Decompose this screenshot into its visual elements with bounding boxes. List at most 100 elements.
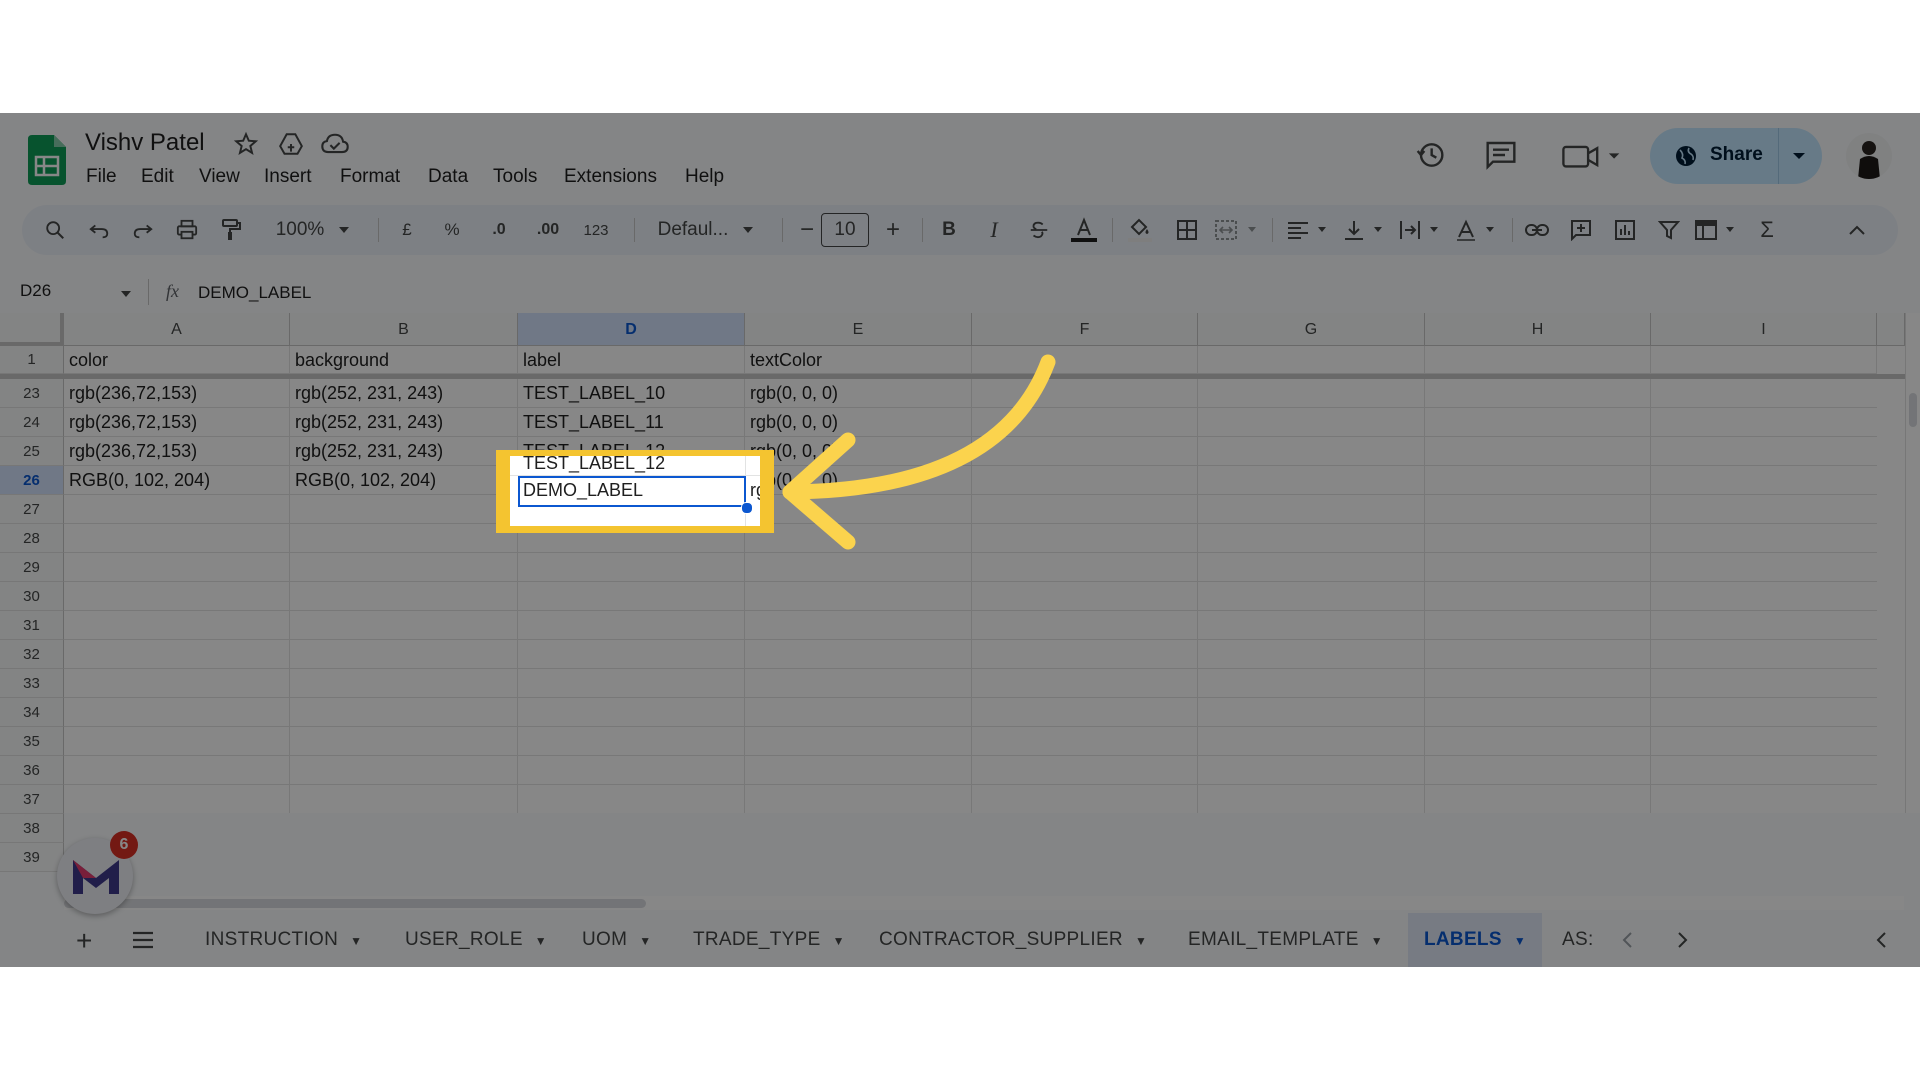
bold-button[interactable]: B	[934, 205, 964, 255]
font-size-input[interactable]: 10	[810, 205, 880, 255]
horizontal-scrollbar-thumb[interactable]	[64, 899, 646, 908]
row-header[interactable]: 37	[0, 785, 64, 814]
side-panel-toggle-icon[interactable]	[1874, 931, 1888, 954]
tab-uom[interactable]: UOM ▼	[582, 913, 651, 967]
share-button[interactable]: Share	[1650, 128, 1822, 184]
star-icon[interactable]	[233, 131, 259, 157]
cell-b23[interactable]: rgb(252, 231, 243)	[290, 379, 518, 408]
drive-icon[interactable]	[277, 131, 305, 157]
row-header[interactable]: 32	[0, 640, 64, 669]
insert-comment-icon[interactable]	[1566, 205, 1596, 255]
functions-icon[interactable]: Σ	[1752, 205, 1782, 255]
add-sheet-icon[interactable]: +	[76, 925, 92, 957]
column-header-b[interactable]: B	[290, 313, 518, 346]
percent-button[interactable]: %	[437, 205, 467, 255]
tab-instruction[interactable]: INSTRUCTION ▼	[205, 913, 362, 967]
column-header-i[interactable]: I	[1651, 313, 1877, 346]
column-header-h[interactable]: H	[1425, 313, 1651, 346]
menu-format[interactable]: Format	[340, 166, 400, 188]
menu-tools[interactable]: Tools	[493, 166, 537, 188]
row-header-24[interactable]: 24	[0, 408, 64, 437]
filter-views-icon[interactable]	[1692, 205, 1742, 255]
font-select[interactable]: Defaul...	[646, 205, 766, 255]
collapse-toolbar-icon[interactable]	[1842, 205, 1872, 255]
column-header-g[interactable]: G	[1198, 313, 1425, 346]
cell-d23[interactable]: TEST_LABEL_10	[518, 379, 745, 408]
vertical-scrollbar-thumb[interactable]	[1909, 393, 1917, 427]
filter-icon[interactable]	[1654, 205, 1684, 255]
decrease-decimal-button[interactable]: .0	[482, 205, 516, 255]
print-icon[interactable]	[172, 205, 202, 255]
row-header[interactable]: 39	[0, 843, 64, 872]
borders-icon[interactable]	[1172, 205, 1202, 255]
currency-button[interactable]: £	[392, 205, 422, 255]
insert-chart-icon[interactable]	[1610, 205, 1640, 255]
fill-color-icon[interactable]	[1122, 205, 1158, 255]
row-header-26[interactable]: 26	[0, 466, 64, 495]
tab-caret-icon[interactable]: ▼	[1135, 934, 1147, 948]
cell-a26[interactable]: RGB(0, 102, 204)	[64, 466, 290, 495]
row-header[interactable]: 33	[0, 669, 64, 698]
cell-d24[interactable]: TEST_LABEL_11	[518, 408, 745, 437]
vertical-scrollbar[interactable]	[1905, 313, 1920, 813]
empty-cell[interactable]	[1425, 346, 1651, 374]
empty-cell[interactable]	[1651, 346, 1877, 374]
header-cell-background[interactable]: background	[290, 346, 518, 374]
italic-button[interactable]: I	[979, 205, 1009, 255]
align-horizontal-icon[interactable]	[1284, 205, 1334, 255]
tab-caret-icon[interactable]: ▼	[833, 934, 845, 948]
tab-caret-icon[interactable]: ▼	[350, 934, 362, 948]
tab-caret-icon[interactable]: ▼	[639, 934, 651, 948]
menu-insert[interactable]: Insert	[264, 166, 312, 188]
meet-icon[interactable]	[1562, 143, 1622, 169]
empty-cell[interactable]	[1198, 346, 1425, 374]
name-box[interactable]: D26	[20, 281, 51, 301]
row-header[interactable]: 38	[0, 814, 64, 843]
row-header[interactable]: 29	[0, 553, 64, 582]
cell-a23[interactable]: rgb(236,72,153)	[64, 379, 290, 408]
tab-user-role[interactable]: USER_ROLE ▼	[405, 913, 547, 967]
column-header-e[interactable]: E	[745, 313, 972, 346]
menu-help[interactable]: Help	[685, 166, 724, 188]
cell-b25[interactable]: rgb(252, 231, 243)	[290, 437, 518, 466]
select-all-corner[interactable]	[0, 313, 64, 346]
menu-view[interactable]: View	[199, 166, 240, 188]
row-header[interactable]: 28	[0, 524, 64, 553]
align-vertical-icon[interactable]	[1340, 205, 1390, 255]
highlight-fill-handle[interactable]	[741, 502, 753, 514]
horizontal-scrollbar[interactable]	[64, 896, 1904, 910]
tab-scroll-left-icon[interactable]	[1620, 931, 1634, 954]
row-header[interactable]: 27	[0, 495, 64, 524]
tab-email-template[interactable]: EMAIL_TEMPLATE ▼	[1188, 913, 1383, 967]
redo-icon[interactable]	[128, 205, 158, 255]
column-header-a[interactable]: A	[64, 313, 290, 346]
all-sheets-icon[interactable]	[132, 931, 154, 954]
comment-icon[interactable]	[1485, 140, 1517, 170]
row-header[interactable]: 34	[0, 698, 64, 727]
column-header-d[interactable]: D	[518, 313, 745, 346]
doc-title[interactable]: Vishv Patel	[85, 129, 205, 157]
merge-cells-icon[interactable]	[1212, 205, 1262, 255]
zoom-select[interactable]: 100%	[268, 205, 358, 255]
tab-as[interactable]: AS:	[1562, 913, 1596, 967]
menu-file[interactable]: File	[86, 166, 117, 188]
undo-icon[interactable]	[84, 205, 114, 255]
row-header[interactable]: 30	[0, 582, 64, 611]
increase-decimal-button[interactable]: .00	[528, 205, 568, 255]
cloud-icon[interactable]	[320, 131, 350, 157]
sheets-logo-icon[interactable]	[28, 135, 66, 185]
insert-link-icon[interactable]	[1522, 205, 1552, 255]
row-header[interactable]: 35	[0, 727, 64, 756]
column-header-f[interactable]: F	[972, 313, 1198, 346]
row-header-23[interactable]: 23	[0, 379, 64, 408]
row-header-25[interactable]: 25	[0, 437, 64, 466]
tab-labels[interactable]: LABELS ▼	[1408, 913, 1542, 967]
name-box-dropdown-icon[interactable]	[120, 289, 132, 299]
menu-extensions[interactable]: Extensions	[564, 166, 657, 188]
tab-trade-type[interactable]: TRADE_TYPE ▼	[693, 913, 845, 967]
number-format-button[interactable]: 123	[576, 205, 616, 255]
paint-format-icon[interactable]	[216, 205, 246, 255]
history-icon[interactable]	[1415, 139, 1447, 171]
tab-scroll-right-icon[interactable]	[1676, 931, 1690, 954]
tab-contractor-supplier[interactable]: CONTRACTOR_SUPPLIER ▼	[879, 913, 1147, 967]
